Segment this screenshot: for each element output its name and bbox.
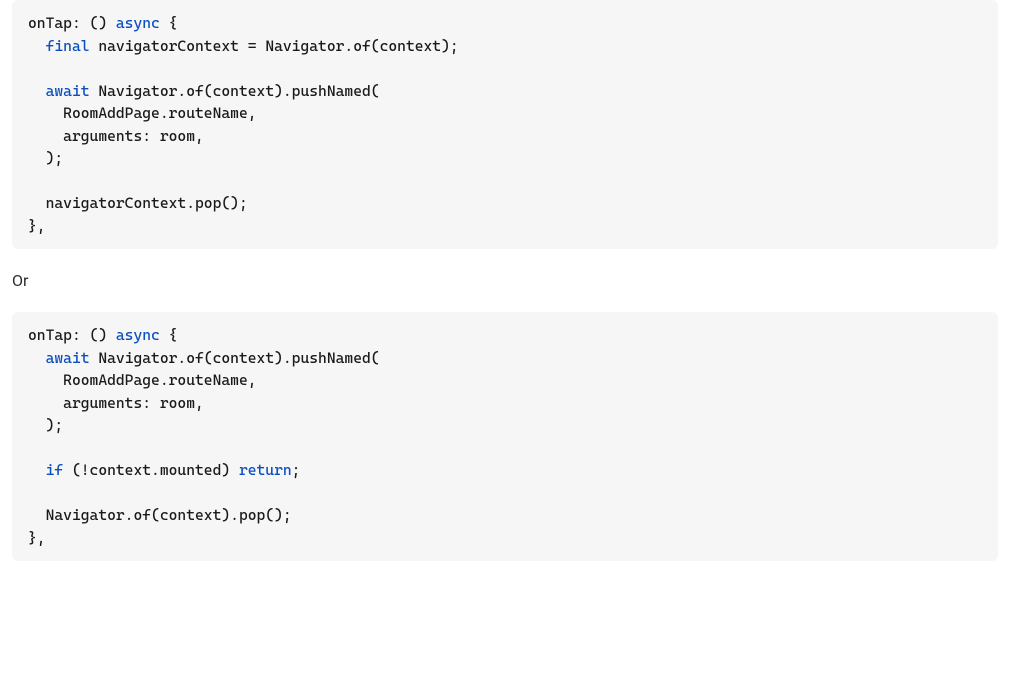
code-text: ); bbox=[28, 416, 63, 434]
keyword-async: async bbox=[116, 326, 160, 344]
code-block-1: onTap: () async { final navigatorContext… bbox=[12, 0, 998, 249]
code-text: (!context.mounted) bbox=[63, 461, 239, 479]
code-text bbox=[28, 37, 46, 55]
code-text: }, bbox=[28, 217, 46, 235]
code-text: arguments: room, bbox=[28, 394, 204, 412]
keyword-final: final bbox=[46, 37, 90, 55]
code-text: Navigator.of(context).pushNamed( bbox=[90, 349, 380, 367]
code-text: ); bbox=[28, 149, 63, 167]
code-text bbox=[28, 349, 46, 367]
code-text: Navigator.of(context).pop(); bbox=[28, 506, 292, 524]
keyword-await: await bbox=[46, 82, 90, 100]
code-text: onTap: () bbox=[28, 14, 116, 32]
code-text: RoomAddPage.routeName, bbox=[28, 371, 257, 389]
code-text bbox=[28, 82, 46, 100]
code-text: onTap: () bbox=[28, 326, 116, 344]
code-text: { bbox=[160, 14, 178, 32]
code-text: ; bbox=[292, 461, 301, 479]
separator-or: Or bbox=[0, 249, 1010, 312]
code-text: RoomAddPage.routeName, bbox=[28, 104, 257, 122]
code-text: }, bbox=[28, 529, 46, 547]
keyword-return: return bbox=[239, 461, 292, 479]
code-text bbox=[28, 461, 46, 479]
code-text: arguments: room, bbox=[28, 127, 204, 145]
keyword-async: async bbox=[116, 14, 160, 32]
code-text: { bbox=[160, 326, 178, 344]
code-block-2: onTap: () async { await Navigator.of(con… bbox=[12, 312, 998, 561]
keyword-await: await bbox=[46, 349, 90, 367]
code-text: navigatorContext = Navigator.of(context)… bbox=[90, 37, 459, 55]
code-text: Navigator.of(context).pushNamed( bbox=[90, 82, 380, 100]
code-text: navigatorContext.pop(); bbox=[28, 194, 248, 212]
keyword-if: if bbox=[46, 461, 64, 479]
